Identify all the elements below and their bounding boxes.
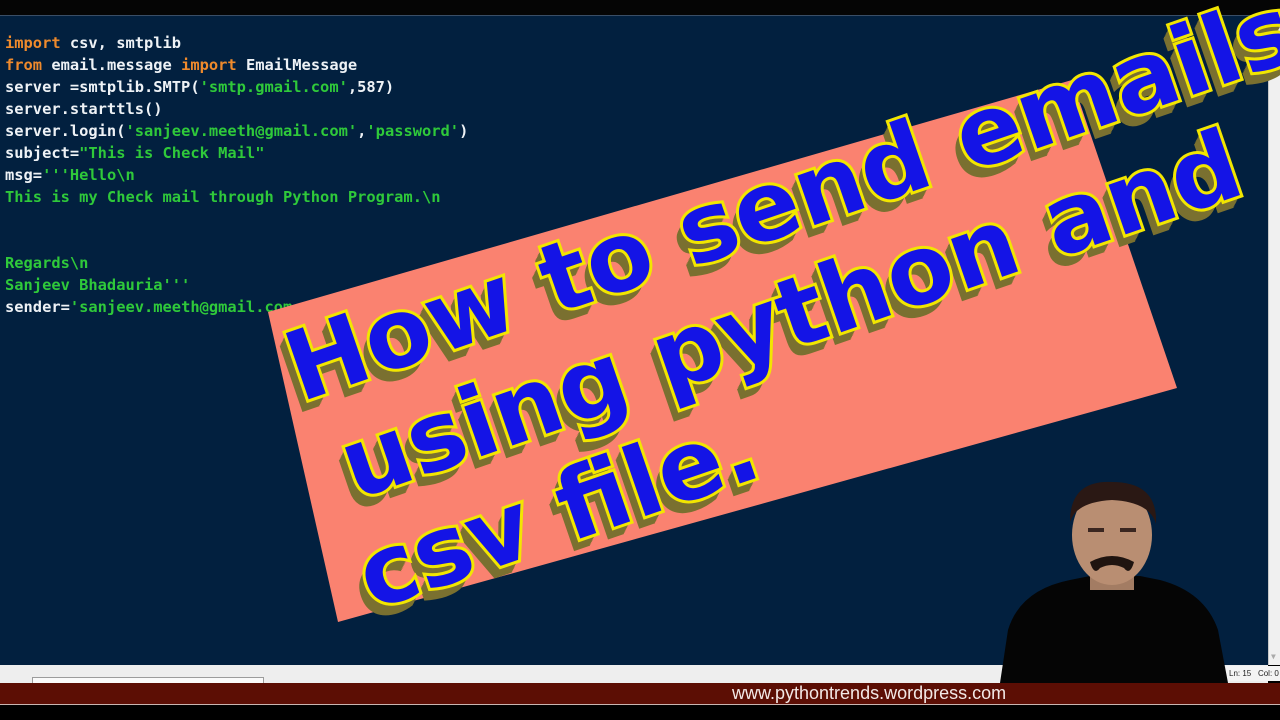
code-string: Regards\n <box>5 254 89 272</box>
scroll-up-arrow-icon[interactable]: ▲ <box>1271 19 1276 28</box>
code-token: server =smtplib.SMTP( <box>5 78 200 96</box>
presenter-webcam <box>1000 481 1228 683</box>
website-url: www.pythontrends.wordpress.com <box>732 683 1007 703</box>
code-line[interactable]: msg='''Hello\n <box>5 164 468 186</box>
code-string: 'password' <box>366 122 460 140</box>
code-line[interactable]: server.starttls() <box>5 98 468 120</box>
code-string: "This is Check Mail" <box>79 144 265 162</box>
code-token: EmailMessage <box>236 56 358 74</box>
code-string: Sanjeev Bhadauria''' <box>5 276 191 294</box>
code-line[interactable]: from email.message import EmailMessage <box>5 54 468 76</box>
presenter-eye-left <box>1088 528 1104 532</box>
code-line[interactable]: sender='sanjeev.meeth@gmail.com <box>5 296 468 318</box>
code-token: server.starttls() <box>5 100 163 118</box>
website-banner: www.pythontrends.wordpress.com <box>0 683 1280 705</box>
code-line[interactable]: Regards\n <box>5 252 468 274</box>
code-line[interactable]: server =smtplib.SMTP('smtp.gmail.com',58… <box>5 76 468 98</box>
code-text[interactable]: import csv, smtplib from email.message im… <box>5 32 468 318</box>
presenter-eye-right <box>1120 528 1136 532</box>
top-black-bar <box>0 0 1280 15</box>
code-string: '''Hello\n <box>42 166 135 184</box>
code-line[interactable] <box>5 208 468 230</box>
code-token: , <box>357 122 367 140</box>
status-col: Col: 0 <box>1257 669 1279 678</box>
code-string: 'smtp.gmail.com' <box>199 78 348 96</box>
code-token: ) <box>459 122 469 140</box>
code-line[interactable]: server.login('sanjeev.meeth@gmail.com','… <box>5 120 468 142</box>
code-string: 'sanjeev.meeth@gmail.com' <box>125 122 358 140</box>
code-keyword: from <box>5 56 43 74</box>
code-token: ,587) <box>347 78 395 96</box>
code-token: sender= <box>5 298 70 316</box>
code-keyword: import <box>181 56 237 74</box>
presenter-shirt <box>1000 576 1228 683</box>
code-token: server.login( <box>5 122 126 140</box>
bottom-black-bar <box>0 705 1280 720</box>
code-token: msg= <box>5 166 43 184</box>
code-line[interactable]: import csv, smtplib <box>5 32 468 54</box>
code-token: csv, smtplib <box>60 34 182 52</box>
code-line[interactable]: Sanjeev Bhadauria''' <box>5 274 468 296</box>
code-line[interactable] <box>5 230 468 252</box>
code-line[interactable]: subject="This is Check Mail" <box>5 142 468 164</box>
code-token: email.message <box>42 56 182 74</box>
code-string: 'sanjeev.meeth@gmail.com <box>69 298 293 316</box>
vertical-scrollbar[interactable]: ▲ ▼ <box>1268 15 1280 665</box>
code-token: subject= <box>5 144 80 162</box>
status-bar: Ln: 15 Col: 0 <box>1226 666 1280 681</box>
code-keyword: import <box>5 34 61 52</box>
code-line[interactable]: This is my Check mail through Python Pro… <box>5 186 468 208</box>
scroll-down-arrow-icon[interactable]: ▼ <box>1271 652 1276 661</box>
code-string: This is my Check mail through Python Pro… <box>5 188 441 206</box>
status-line: Ln: 15 <box>1229 669 1252 678</box>
